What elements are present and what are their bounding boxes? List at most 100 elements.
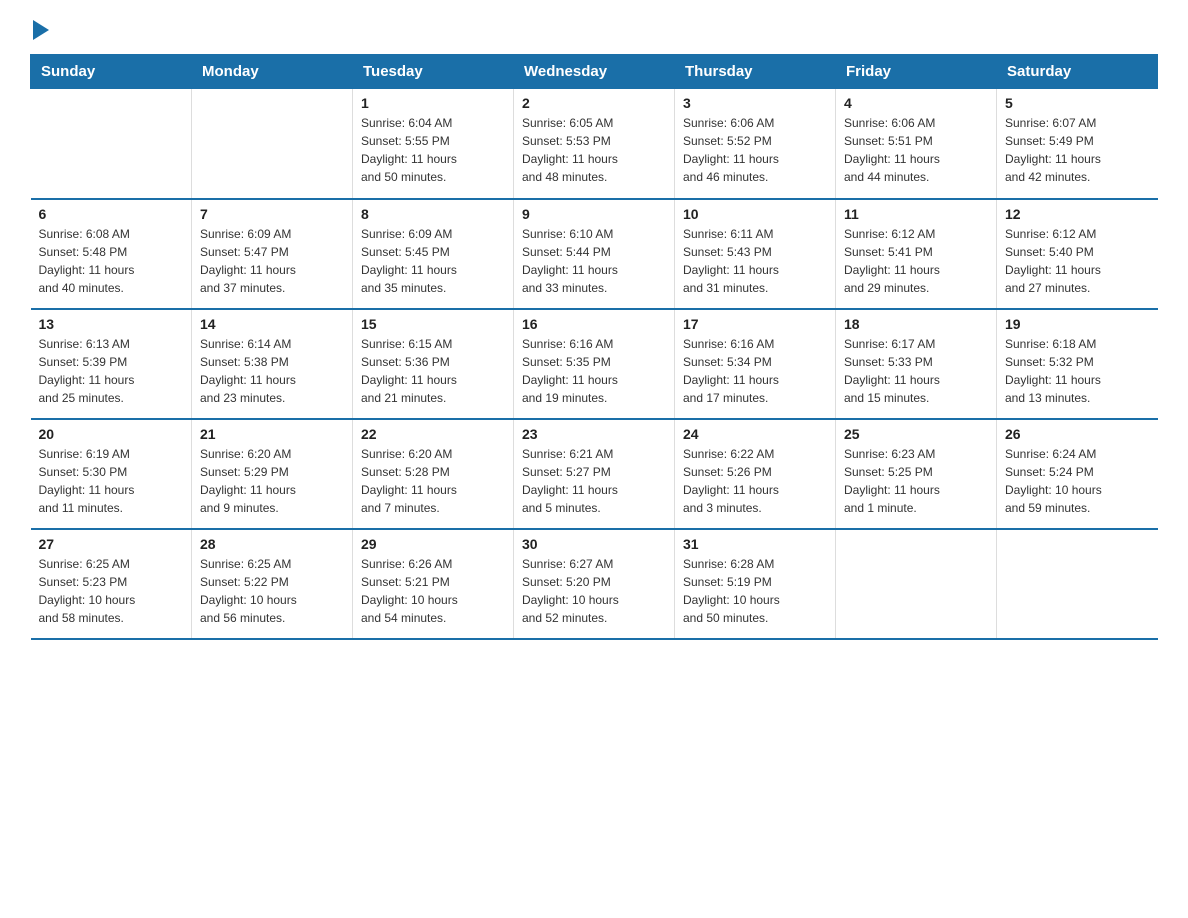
day-cell: 4 Sunrise: 6:06 AM Sunset: 5:51 PM Daylig…: [836, 89, 997, 199]
day-number: 18: [844, 316, 988, 332]
day-number: 11: [844, 206, 988, 222]
day-number: 17: [683, 316, 827, 332]
day-number: 9: [522, 206, 666, 222]
day-cell: 27Sunrise: 6:25 AM Sunset: 5:23 PM Dayli…: [31, 529, 192, 639]
day-cell: 7Sunrise: 6:09 AM Sunset: 5:47 PM Daylig…: [192, 199, 353, 309]
calendar-header: SundayMondayTuesdayWednesdayThursdayFrid…: [31, 55, 1158, 89]
day-number: 22: [361, 426, 505, 442]
day-info: Sunrise: 6:25 AM Sunset: 5:22 PM Dayligh…: [200, 555, 344, 627]
day-cell: 8 Sunrise: 6:09 AM Sunset: 5:45 PM Daylig…: [353, 199, 514, 309]
day-number: 29: [361, 536, 505, 552]
day-number: 25: [844, 426, 988, 442]
day-info: Sunrise: 6:05 AM Sunset: 5:53 PM Dayligh…: [522, 114, 666, 186]
day-number: 24: [683, 426, 827, 442]
day-cell: 2 Sunrise: 6:05 AM Sunset: 5:53 PM Daylig…: [514, 89, 675, 199]
day-cell: 14Sunrise: 6:14 AM Sunset: 5:38 PM Dayli…: [192, 309, 353, 419]
week-row-2: 13 Sunrise: 6:13 AM Sunset: 5:39 PM Dayli…: [31, 309, 1158, 419]
day-info: Sunrise: 6:10 AM Sunset: 5:44 PM Dayligh…: [522, 225, 666, 297]
day-cell: 28 Sunrise: 6:25 AM Sunset: 5:22 PM Dayli…: [192, 529, 353, 639]
day-number: 3: [683, 95, 827, 111]
day-info: Sunrise: 6:27 AM Sunset: 5:20 PM Dayligh…: [522, 555, 666, 627]
day-number: 28: [200, 536, 344, 552]
day-info: Sunrise: 6:12 AM Sunset: 5:40 PM Dayligh…: [1005, 225, 1150, 297]
day-cell: 15 Sunrise: 6:15 AM Sunset: 5:36 PM Dayli…: [353, 309, 514, 419]
day-cell: 26 Sunrise: 6:24 AM Sunset: 5:24 PM Dayli…: [997, 419, 1158, 529]
day-cell: 22 Sunrise: 6:20 AM Sunset: 5:28 PM Dayli…: [353, 419, 514, 529]
header-cell-friday: Friday: [836, 55, 997, 89]
day-cell: 24 Sunrise: 6:22 AM Sunset: 5:26 PM Dayli…: [675, 419, 836, 529]
week-row-3: 20 Sunrise: 6:19 AM Sunset: 5:30 PM Dayli…: [31, 419, 1158, 529]
header-row: SundayMondayTuesdayWednesdayThursdayFrid…: [31, 55, 1158, 89]
day-number: 27: [39, 536, 184, 552]
day-info: Sunrise: 6:19 AM Sunset: 5:30 PM Dayligh…: [39, 445, 184, 517]
day-number: 6: [39, 206, 184, 222]
day-info: Sunrise: 6:22 AM Sunset: 5:26 PM Dayligh…: [683, 445, 827, 517]
day-number: 10: [683, 206, 827, 222]
week-row-4: 27Sunrise: 6:25 AM Sunset: 5:23 PM Dayli…: [31, 529, 1158, 639]
day-number: 13: [39, 316, 184, 332]
day-cell: 21Sunrise: 6:20 AM Sunset: 5:29 PM Dayli…: [192, 419, 353, 529]
day-info: Sunrise: 6:09 AM Sunset: 5:45 PM Dayligh…: [361, 225, 505, 297]
day-cell: 3 Sunrise: 6:06 AM Sunset: 5:52 PM Daylig…: [675, 89, 836, 199]
day-info: Sunrise: 6:07 AM Sunset: 5:49 PM Dayligh…: [1005, 114, 1150, 186]
week-row-1: 6 Sunrise: 6:08 AM Sunset: 5:48 PM Daylig…: [31, 199, 1158, 309]
day-cell: 10Sunrise: 6:11 AM Sunset: 5:43 PM Dayli…: [675, 199, 836, 309]
day-number: 31: [683, 536, 827, 552]
day-number: 23: [522, 426, 666, 442]
day-cell: [31, 89, 192, 199]
day-cell: [192, 89, 353, 199]
day-info: Sunrise: 6:15 AM Sunset: 5:36 PM Dayligh…: [361, 335, 505, 407]
day-cell: [997, 529, 1158, 639]
day-number: 30: [522, 536, 666, 552]
day-cell: 5 Sunrise: 6:07 AM Sunset: 5:49 PM Daylig…: [997, 89, 1158, 199]
day-number: 26: [1005, 426, 1150, 442]
day-cell: [836, 529, 997, 639]
day-info: Sunrise: 6:08 AM Sunset: 5:48 PM Dayligh…: [39, 225, 184, 297]
day-info: Sunrise: 6:24 AM Sunset: 5:24 PM Dayligh…: [1005, 445, 1150, 517]
day-number: 8: [361, 206, 505, 222]
day-info: Sunrise: 6:23 AM Sunset: 5:25 PM Dayligh…: [844, 445, 988, 517]
day-cell: 29Sunrise: 6:26 AM Sunset: 5:21 PM Dayli…: [353, 529, 514, 639]
day-cell: 23 Sunrise: 6:21 AM Sunset: 5:27 PM Dayli…: [514, 419, 675, 529]
page-header: [30, 20, 1158, 36]
day-number: 2: [522, 95, 666, 111]
day-cell: 13 Sunrise: 6:13 AM Sunset: 5:39 PM Dayli…: [31, 309, 192, 419]
day-info: Sunrise: 6:06 AM Sunset: 5:52 PM Dayligh…: [683, 114, 827, 186]
logo-arrow-icon: [33, 20, 49, 40]
day-info: Sunrise: 6:20 AM Sunset: 5:28 PM Dayligh…: [361, 445, 505, 517]
header-cell-sunday: Sunday: [31, 55, 192, 89]
day-cell: 9 Sunrise: 6:10 AM Sunset: 5:44 PM Daylig…: [514, 199, 675, 309]
day-cell: 11 Sunrise: 6:12 AM Sunset: 5:41 PM Dayli…: [836, 199, 997, 309]
logo: [30, 20, 49, 36]
header-cell-monday: Monday: [192, 55, 353, 89]
day-info: Sunrise: 6:17 AM Sunset: 5:33 PM Dayligh…: [844, 335, 988, 407]
day-cell: 12 Sunrise: 6:12 AM Sunset: 5:40 PM Dayli…: [997, 199, 1158, 309]
day-number: 14: [200, 316, 344, 332]
day-number: 15: [361, 316, 505, 332]
day-number: 5: [1005, 95, 1150, 111]
day-info: Sunrise: 6:12 AM Sunset: 5:41 PM Dayligh…: [844, 225, 988, 297]
header-cell-tuesday: Tuesday: [353, 55, 514, 89]
day-cell: 19 Sunrise: 6:18 AM Sunset: 5:32 PM Dayli…: [997, 309, 1158, 419]
day-number: 1: [361, 95, 505, 111]
day-info: Sunrise: 6:21 AM Sunset: 5:27 PM Dayligh…: [522, 445, 666, 517]
day-number: 16: [522, 316, 666, 332]
day-cell: 30 Sunrise: 6:27 AM Sunset: 5:20 PM Dayli…: [514, 529, 675, 639]
day-info: Sunrise: 6:09 AM Sunset: 5:47 PM Dayligh…: [200, 225, 344, 297]
day-number: 20: [39, 426, 184, 442]
header-cell-saturday: Saturday: [997, 55, 1158, 89]
day-cell: 25 Sunrise: 6:23 AM Sunset: 5:25 PM Dayli…: [836, 419, 997, 529]
day-number: 21: [200, 426, 344, 442]
day-cell: 17Sunrise: 6:16 AM Sunset: 5:34 PM Dayli…: [675, 309, 836, 419]
day-cell: 6 Sunrise: 6:08 AM Sunset: 5:48 PM Daylig…: [31, 199, 192, 309]
day-cell: 1Sunrise: 6:04 AM Sunset: 5:55 PM Daylig…: [353, 89, 514, 199]
day-number: 4: [844, 95, 988, 111]
day-info: Sunrise: 6:13 AM Sunset: 5:39 PM Dayligh…: [39, 335, 184, 407]
day-info: Sunrise: 6:06 AM Sunset: 5:51 PM Dayligh…: [844, 114, 988, 186]
day-info: Sunrise: 6:18 AM Sunset: 5:32 PM Dayligh…: [1005, 335, 1150, 407]
day-number: 19: [1005, 316, 1150, 332]
day-number: 12: [1005, 206, 1150, 222]
header-cell-thursday: Thursday: [675, 55, 836, 89]
calendar-table: SundayMondayTuesdayWednesdayThursdayFrid…: [30, 54, 1158, 640]
day-cell: 20 Sunrise: 6:19 AM Sunset: 5:30 PM Dayli…: [31, 419, 192, 529]
